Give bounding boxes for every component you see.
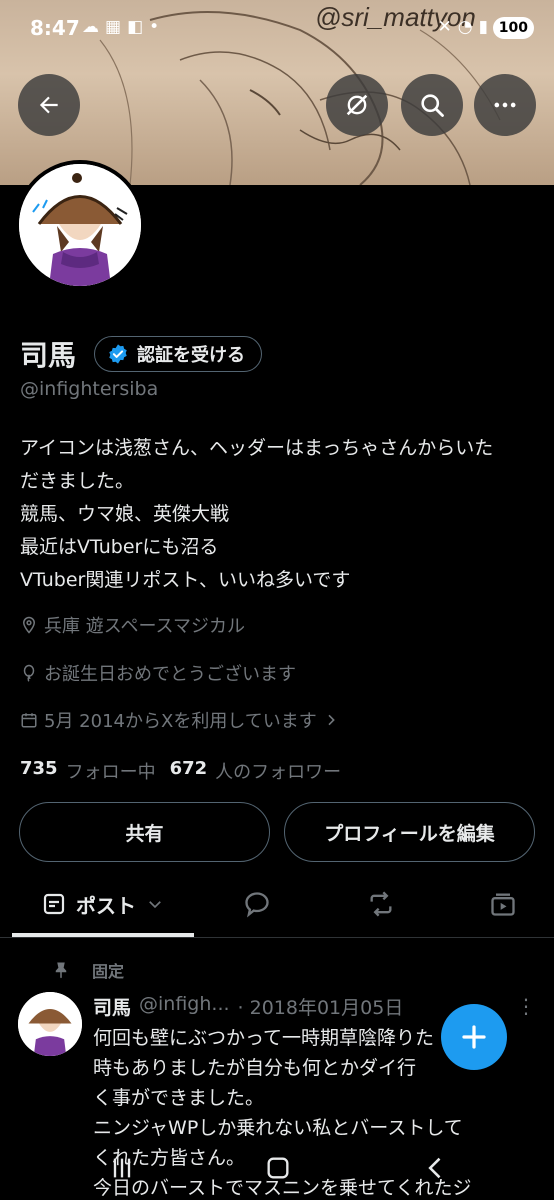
tab-reposts[interactable]	[350, 874, 412, 934]
pinned-indicator: 固定	[52, 958, 124, 982]
post-author-name[interactable]: 司馬	[93, 993, 131, 1020]
profile-joined-date[interactable]: 5月 2014からXを利用しています	[20, 707, 339, 733]
bio-line: 最近はVTuberにも沼る	[20, 536, 219, 558]
status-bar: 8:47 ☁▦◧• ✕◔▮ 100	[0, 0, 554, 58]
avatar-image	[19, 164, 141, 286]
status-left-icons: ☁▦◧•	[82, 17, 165, 37]
verified-badge-icon	[109, 344, 127, 364]
profile-tabs: ポスト	[0, 874, 554, 938]
location-pin-icon	[22, 616, 36, 634]
following-count[interactable]: 735	[20, 758, 58, 784]
system-nav-bar	[0, 1140, 554, 1200]
repost-icon	[370, 891, 392, 917]
back-nav-icon[interactable]	[422, 1154, 450, 1182]
followers-count[interactable]: 672	[170, 758, 208, 784]
post-more-icon[interactable]: ⋮	[516, 994, 536, 1018]
balloon-icon	[23, 664, 35, 682]
location-text: 兵庫 遊スペースマジカル	[44, 616, 246, 637]
pin-icon	[55, 962, 67, 979]
bio-line: VTuber関連リポスト、いいね多いです	[20, 569, 351, 591]
bio-line: アイコンは浅葱さん、ヘッダーはまっちゃさんからいた	[20, 437, 494, 459]
twitch-icon: ◧	[127, 17, 150, 37]
media-icon	[491, 893, 515, 916]
dot-icon: •	[149, 17, 166, 37]
more-options-button[interactable]	[474, 74, 536, 136]
tab-replies[interactable]	[226, 874, 288, 934]
tab-posts-label: ポスト	[76, 893, 136, 918]
post-line: ニンジャWPしか乗れない私とバーストして	[93, 1117, 463, 1139]
follow-stats: 735 フォロー中 672 人のフォロワー	[20, 758, 347, 784]
display-name: 司馬	[20, 339, 77, 372]
post-author-handle[interactable]: @infigh...	[139, 993, 230, 1020]
birthday-text: お誕生日おめでとうございます	[44, 664, 296, 685]
post-header: 司馬 @infigh... · 2018年01月05日	[93, 993, 403, 1020]
arrow-left-icon	[39, 96, 58, 114]
chevron-right-icon	[328, 714, 335, 726]
calendar-icon	[21, 713, 37, 728]
name-row: 司馬 認証を受ける	[20, 334, 263, 374]
grok-icon	[346, 94, 368, 116]
post-author-avatar[interactable]	[18, 992, 82, 1056]
tab-divider	[0, 937, 554, 938]
wifi-icon: ◔	[457, 17, 479, 37]
compose-button[interactable]	[441, 1004, 507, 1070]
followers-label[interactable]: 人のフォロワー	[215, 758, 341, 784]
profile-avatar[interactable]	[15, 160, 145, 290]
reply-icon	[245, 892, 269, 918]
joined-text: 5月 2014からXを利用しています	[44, 711, 317, 732]
more-horizontal-icon	[494, 102, 516, 108]
edit-profile-button[interactable]: プロフィールを編集	[284, 802, 535, 862]
home-icon[interactable]	[264, 1154, 292, 1182]
cloud-icon: ☁	[82, 17, 105, 37]
status-right-icons: ✕◔▮	[438, 17, 494, 37]
profile-birthday: お誕生日おめでとうございます	[20, 660, 296, 686]
get-verified-label: 認証を受ける	[137, 345, 246, 366]
status-time: 8:47	[30, 16, 80, 40]
pinned-label: 固定	[92, 962, 125, 981]
get-verified-button[interactable]: 認証を受ける	[94, 336, 263, 372]
game-icon: ▦	[105, 17, 128, 37]
bio-line: だきました。	[20, 470, 135, 492]
recents-icon[interactable]	[108, 1154, 136, 1182]
post-date[interactable]: · 2018年01月05日	[238, 993, 404, 1020]
signal-icon: ▮	[478, 17, 494, 37]
tab-media[interactable]	[472, 874, 534, 934]
post-line: く事ができました。	[93, 1087, 265, 1109]
chevron-down-icon[interactable]	[146, 895, 164, 913]
tab-posts[interactable]: ポスト	[12, 874, 194, 934]
avatar-illustration	[19, 164, 141, 286]
plus-icon	[462, 1025, 486, 1049]
profile-handle: @infightersiba	[20, 378, 159, 400]
mute-icon: ✕	[437, 17, 458, 37]
profile-bio: アイコンは浅葱さん、ヘッダーはまっちゃさんからいた だきました。 競馬、ウマ娘、…	[20, 432, 540, 597]
post-avatar-illustration	[18, 992, 82, 1056]
search-button[interactable]	[401, 74, 463, 136]
following-label[interactable]: フォロー中	[66, 758, 156, 784]
bio-line: 競馬、ウマ娘、英傑大戦	[20, 503, 230, 525]
post-icon	[43, 893, 65, 915]
grok-button[interactable]	[326, 74, 388, 136]
share-button[interactable]: 共有	[19, 802, 270, 862]
profile-location: 兵庫 遊スペースマジカル	[20, 612, 245, 638]
battery-indicator: 100	[492, 17, 534, 39]
search-icon	[421, 94, 444, 117]
back-button[interactable]	[18, 74, 80, 136]
